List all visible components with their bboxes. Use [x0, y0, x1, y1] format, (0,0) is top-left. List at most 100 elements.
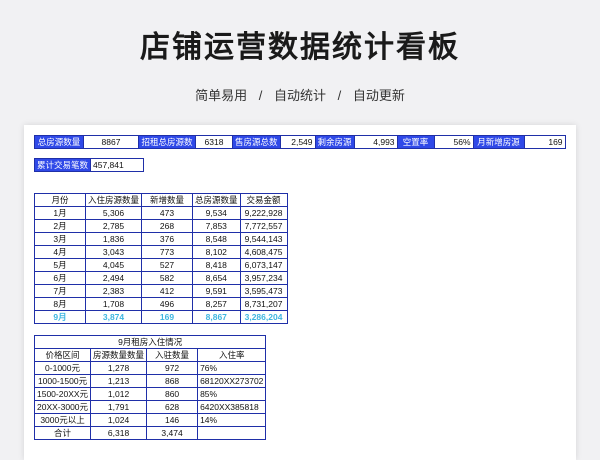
kpi-label-total[interactable]: 总房源数量 — [34, 135, 84, 149]
table-cell[interactable]: 20XX-3000元 — [33, 400, 92, 414]
september-title[interactable]: 9月租房入住情况 — [33, 335, 267, 349]
table-row: 5月 4,045 527 8,418 6,073,147 — [34, 258, 288, 272]
kpi-label-remaining[interactable]: 剩余房源 — [314, 135, 355, 149]
table-cell[interactable]: 268 — [141, 219, 194, 233]
page-subtitle: 简单易用 / 自动统计 / 自动更新 — [0, 85, 600, 104]
kpi-value-sale[interactable]: 2,549 — [279, 135, 316, 149]
september-header-range[interactable]: 价格区间 — [33, 348, 92, 362]
kpi-value-remaining[interactable]: 4,993 — [353, 135, 398, 149]
table-cell[interactable]: 860 — [146, 387, 199, 401]
kpi-value-rent[interactable]: 6318 — [195, 135, 233, 149]
table-cell[interactable]: 76% — [197, 361, 267, 375]
table-cell[interactable]: 628 — [146, 400, 199, 414]
september-table: 9月租房入住情况 价格区间 房源数量数量 入驻数量 入住率 0-1000元 1,2… — [33, 335, 267, 440]
monthly-header-occupied[interactable]: 入住房源数量 — [84, 193, 143, 207]
table-cell[interactable]: 8,548 — [192, 232, 241, 246]
table-cell[interactable]: 527 — [141, 258, 194, 272]
table-cell[interactable]: 9,591 — [192, 284, 241, 298]
table-cell[interactable]: 972 — [146, 361, 199, 375]
table-cell[interactable]: 582 — [141, 271, 194, 285]
trade-label[interactable]: 累计交易笔数 — [33, 158, 92, 172]
september-header-count[interactable]: 房源数量数量 — [90, 348, 148, 362]
september-header-rate[interactable]: 入住率 — [197, 348, 267, 362]
table-cell[interactable]: 868 — [146, 374, 199, 388]
table-cell[interactable]: 6420XX385818 — [197, 400, 267, 414]
table-cell[interactable]: 9月 — [34, 310, 86, 324]
table-cell[interactable]: 3,595,473 — [239, 284, 288, 298]
table-cell[interactable]: 1,708 — [84, 297, 143, 311]
table-cell[interactable]: 9,222,928 — [239, 206, 288, 220]
table-cell[interactable]: 6,073,147 — [239, 258, 288, 272]
table-cell[interactable]: 1500-20XX元 — [33, 387, 92, 401]
table-cell[interactable]: 14% — [197, 413, 267, 427]
table-cell[interactable]: 7,772,557 — [239, 219, 288, 233]
table-cell[interactable]: 773 — [141, 245, 194, 259]
table-cell[interactable]: 8,418 — [192, 258, 241, 272]
kpi-label-sale[interactable]: 售房源总数 — [232, 135, 281, 149]
table-cell[interactable]: 85% — [197, 387, 267, 401]
september-header-moved-in[interactable]: 入驻数量 — [146, 348, 199, 362]
table-cell[interactable]: 1000-1500元 — [33, 374, 92, 388]
table-cell[interactable]: 8,654 — [192, 271, 241, 285]
table-cell[interactable]: 2月 — [34, 219, 86, 233]
table-cell[interactable]: 376 — [141, 232, 194, 246]
table-cell[interactable]: 3,043 — [84, 245, 143, 259]
table-cell[interactable]: 1,012 — [90, 387, 148, 401]
table-cell[interactable]: 3,957,234 — [239, 271, 288, 285]
kpi-value-new[interactable]: 169 — [523, 135, 566, 149]
table-cell[interactable]: 3,286,204 — [239, 310, 288, 324]
kpi-table: 总房源数量 8867 招租总房源数 6318 售房源总数 2,549 剩余房源 … — [34, 135, 566, 149]
table-cell[interactable]: 8,867 — [192, 310, 241, 324]
table-cell[interactable]: 8,731,207 — [239, 297, 288, 311]
table-cell[interactable]: 9,544,143 — [239, 232, 288, 246]
table-cell[interactable]: 3,474 — [146, 426, 199, 440]
table-cell[interactable]: 4,608,475 — [239, 245, 288, 259]
trade-value[interactable]: 457,841 — [90, 158, 145, 172]
september-title-row: 9月租房入住情况 — [33, 335, 267, 349]
table-cell[interactable]: 496 — [141, 297, 194, 311]
table-cell[interactable]: 8,257 — [192, 297, 241, 311]
table-cell[interactable]: 4月 — [34, 245, 86, 259]
monthly-header-amount[interactable]: 交易金额 — [239, 193, 288, 207]
table-cell[interactable]: 1月 — [34, 206, 86, 220]
kpi-value-total[interactable]: 8867 — [83, 135, 139, 149]
monthly-header-month[interactable]: 月份 — [34, 193, 86, 207]
table-cell[interactable]: 1,213 — [90, 374, 148, 388]
table-cell[interactable]: 6月 — [34, 271, 86, 285]
table-cell[interactable]: 9,534 — [192, 206, 241, 220]
table-cell[interactable]: 0-1000元 — [33, 361, 92, 375]
table-cell[interactable]: 473 — [141, 206, 194, 220]
table-cell[interactable]: 6,318 — [90, 426, 148, 440]
table-cell[interactable]: 1,024 — [90, 413, 148, 427]
page-title: 店铺运营数据统计看板 — [140, 31, 460, 64]
table-cell[interactable]: 1,836 — [84, 232, 143, 246]
table-cell[interactable]: 1,791 — [90, 400, 148, 414]
table-cell[interactable]: 1,278 — [90, 361, 148, 375]
table-cell[interactable]: 3月 — [34, 232, 86, 246]
table-cell[interactable]: 2,785 — [84, 219, 143, 233]
table-cell[interactable]: 146 — [146, 413, 199, 427]
table-cell[interactable]: 4,045 — [84, 258, 143, 272]
table-cell[interactable]: 3000元以上 — [33, 413, 92, 427]
kpi-label-new[interactable]: 月新增房源 — [472, 135, 525, 149]
table-cell[interactable]: 8,102 — [192, 245, 241, 259]
table-row: 合计 6,318 3,474 — [33, 426, 267, 440]
kpi-label-rent[interactable]: 招租总房源数 — [138, 135, 196, 149]
table-cell[interactable]: 5,306 — [84, 206, 143, 220]
table-cell[interactable]: 8月 — [34, 297, 86, 311]
table-cell[interactable]: 2,494 — [84, 271, 143, 285]
monthly-header-new[interactable]: 新增数量 — [141, 193, 194, 207]
table-cell[interactable]: 68120XX273702 — [197, 374, 267, 388]
table-cell[interactable]: 合计 — [33, 426, 92, 440]
table-cell[interactable] — [197, 426, 267, 440]
kpi-value-vacancy[interactable]: 56% — [433, 135, 474, 149]
table-cell[interactable]: 412 — [141, 284, 194, 298]
table-cell[interactable]: 7月 — [34, 284, 86, 298]
kpi-label-vacancy[interactable]: 空置率 — [396, 135, 435, 149]
table-cell[interactable]: 3,874 — [84, 310, 143, 324]
monthly-header-total[interactable]: 总房源数量 — [192, 193, 241, 207]
table-cell[interactable]: 169 — [141, 310, 194, 324]
table-cell[interactable]: 7,853 — [192, 219, 241, 233]
table-cell[interactable]: 2,383 — [84, 284, 143, 298]
table-cell[interactable]: 5月 — [34, 258, 86, 272]
